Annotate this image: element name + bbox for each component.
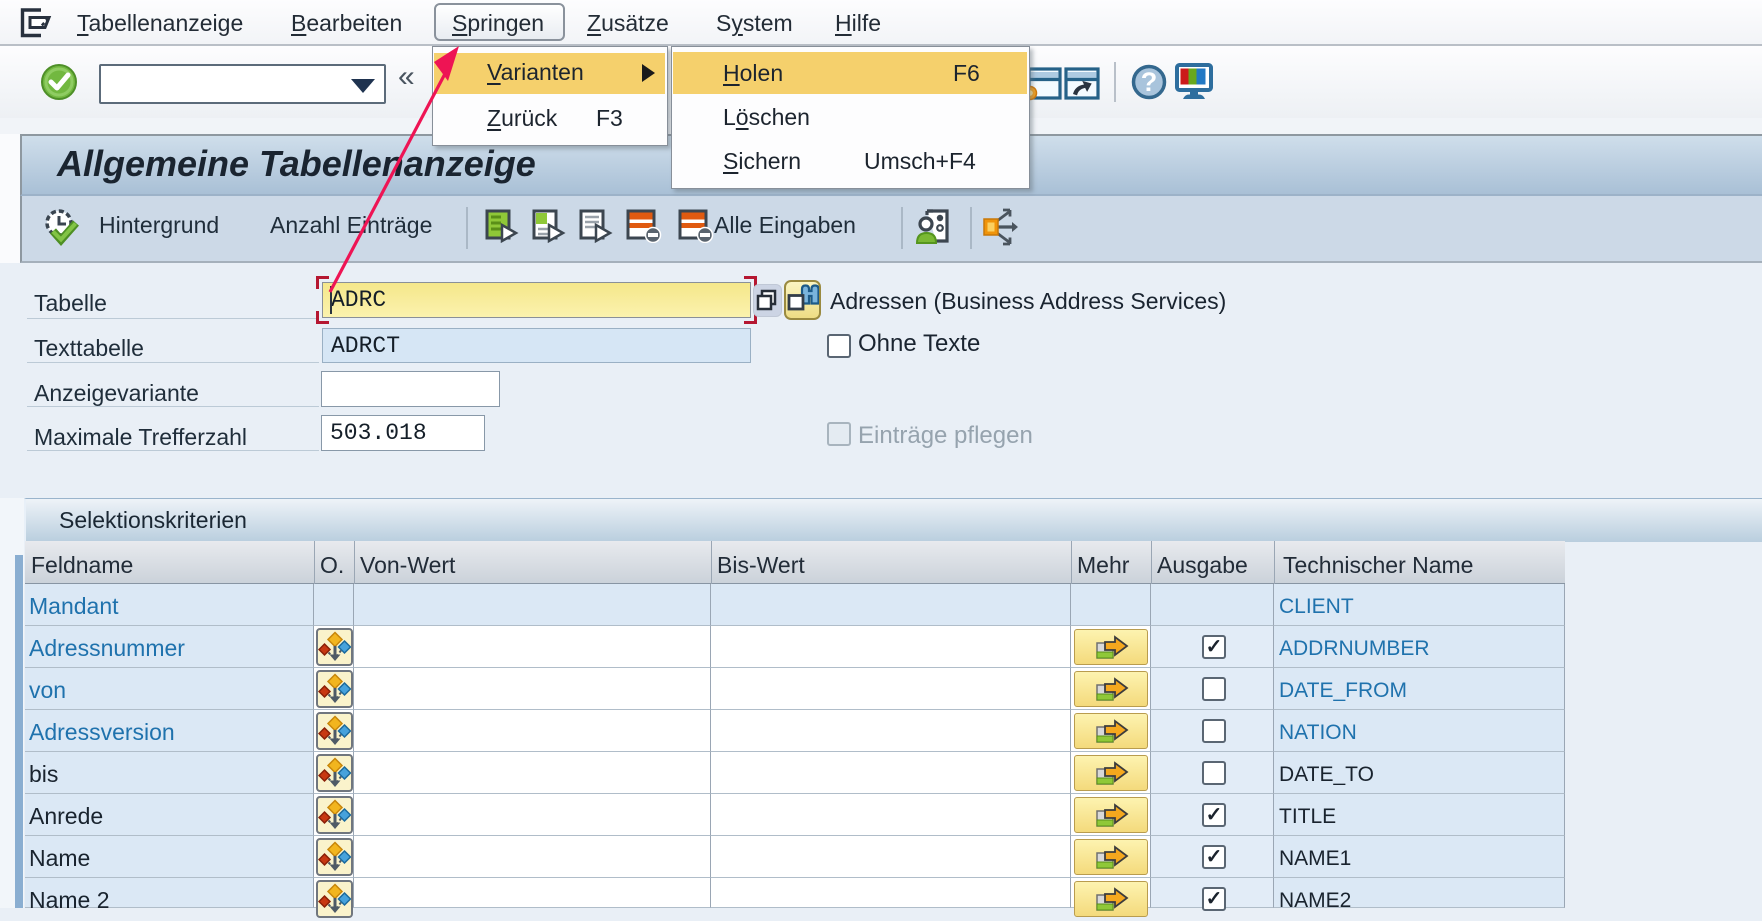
svg-text:?: ? [1141, 67, 1158, 97]
